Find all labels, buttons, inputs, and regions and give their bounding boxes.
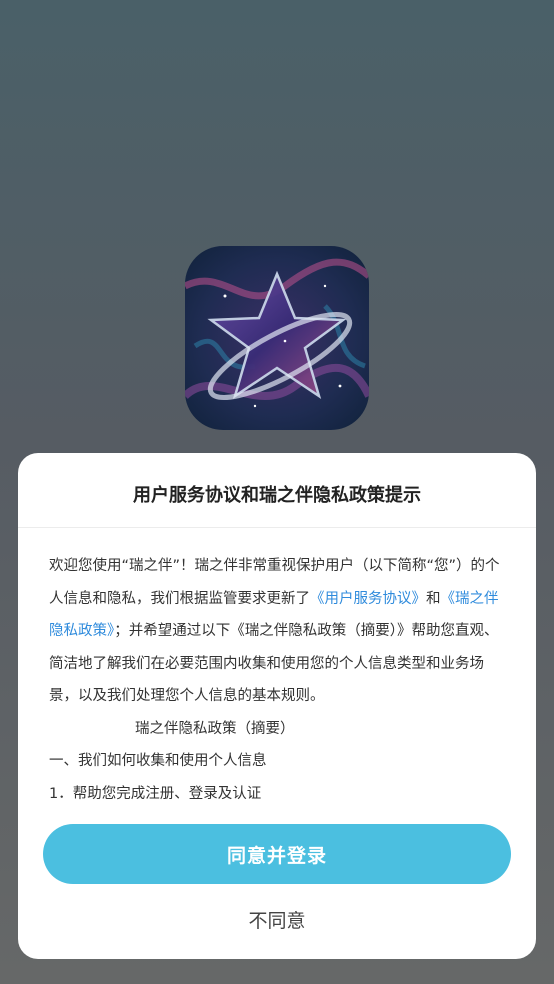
app-logo-icon <box>185 246 369 430</box>
and-text: 和 <box>426 590 441 607</box>
section-item: 1．帮助您完成注册、登录及认证 <box>49 785 262 802</box>
section-heading: 一、我们如何收集和使用个人信息 <box>49 753 267 769</box>
intro-paragraph: 欢迎您使用“瑞之伴”！瑞之伴非常重视保护用户（以下简称“您”）的个人信息和隐私，… <box>49 550 508 713</box>
dialog-title: 用户服务协议和瑞之伴隐私政策提示 <box>18 453 536 528</box>
agree-and-login-button[interactable]: 同意并登录 <box>43 824 511 884</box>
summary-title: 瑞之伴隐私政策（摘要） <box>135 720 295 737</box>
privacy-dialog: 用户服务协议和瑞之伴隐私政策提示 欢迎您使用“瑞之伴”！瑞之伴非常重视保护用户（… <box>18 453 536 959</box>
disagree-button[interactable]: 不同意 <box>18 901 536 941</box>
dialog-content: 欢迎您使用“瑞之伴”！瑞之伴非常重视保护用户（以下简称“您”）的个人信息和隐私，… <box>18 528 536 810</box>
user-agreement-link[interactable]: 《用户服务协议》 <box>310 591 426 607</box>
intro-text-2: ；并希望通过以下《瑞之伴隐私政策（摘要）》帮助您直观、简洁地了解我们在必要范围内… <box>49 623 499 704</box>
